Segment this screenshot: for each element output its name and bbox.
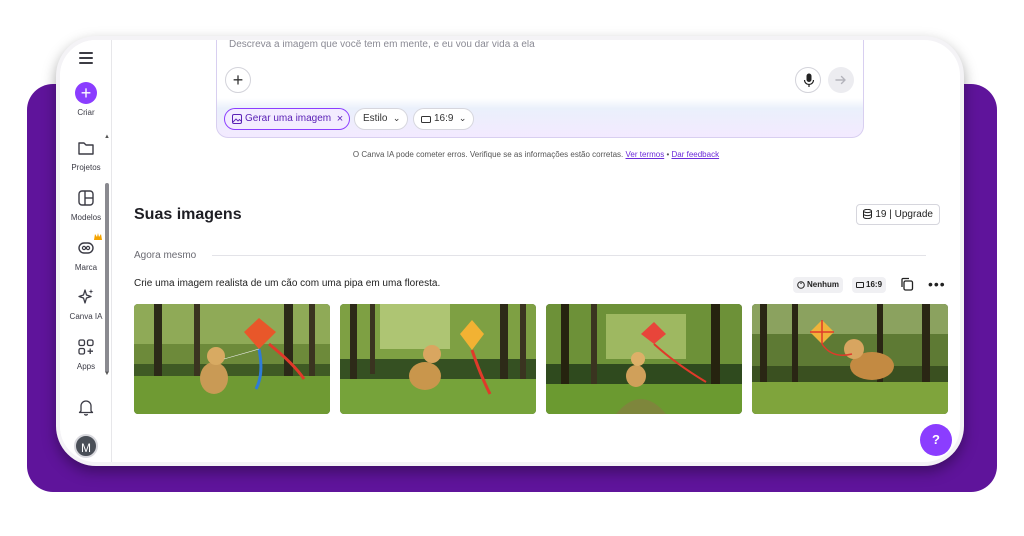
credits-upgrade-button[interactable]: 19 | Upgrade: [856, 204, 940, 225]
app-window: + Criar Projetos Modelos Marca Canva IA …: [56, 36, 964, 466]
style-dropdown[interactable]: Estilo ⌄: [354, 108, 409, 130]
dog-kite-image-icon: [546, 304, 742, 414]
ratio-tag: 16:9: [852, 277, 887, 293]
credits-label: 19 | Upgrade: [875, 209, 933, 220]
page-title: Suas imagens: [134, 206, 242, 223]
separator-dot: •: [666, 150, 670, 159]
palette-icon: [797, 281, 805, 289]
style-tag-label: Nenhum: [807, 280, 839, 289]
sparkle-icon[interactable]: [77, 288, 95, 306]
menu-icon[interactable]: [79, 52, 93, 64]
more-options-icon[interactable]: •••: [928, 276, 946, 292]
terms-link[interactable]: Ver termos: [626, 150, 665, 159]
copy-icon[interactable]: [900, 277, 914, 291]
dog-kite-image-icon: [752, 304, 948, 414]
feedback-link[interactable]: Dar feedback: [671, 150, 719, 159]
avatar[interactable]: M: [74, 434, 98, 458]
generated-image-2[interactable]: [340, 304, 536, 414]
scroll-up-arrow[interactable]: ▲: [104, 134, 110, 140]
microphone-icon: [803, 73, 815, 87]
generated-image-1[interactable]: [134, 304, 330, 414]
image-icon: [232, 114, 242, 124]
close-icon[interactable]: ×: [337, 109, 343, 129]
dog-kite-image-icon: [340, 304, 536, 414]
prompt-box: Descreva a imagem que você tem em mente,…: [216, 40, 864, 138]
chevron-down-icon: ⌄: [392, 113, 401, 123]
aspect-ratio-dropdown[interactable]: 16:9 ⌄: [413, 108, 475, 130]
folder-icon[interactable]: [77, 139, 95, 157]
add-attachment-button[interactable]: +: [225, 67, 251, 93]
ratio-tag-label: 16:9: [866, 280, 883, 289]
generate-image-label: Gerar uma imagem: [245, 113, 332, 124]
style-label: Estilo: [363, 113, 388, 124]
generated-image-4[interactable]: [752, 304, 948, 414]
divider: [212, 255, 926, 256]
ai-disclaimer: O Canva IA pode cometer erros. Verifique…: [112, 150, 960, 159]
arrow-right-icon: [835, 75, 846, 85]
help-button[interactable]: ?: [920, 424, 952, 456]
apps-icon[interactable]: [77, 338, 95, 356]
database-icon: [863, 209, 873, 219]
main-content: Descreva a imagem que você tem em mente,…: [112, 40, 960, 462]
templates-icon[interactable]: [77, 189, 95, 207]
disclaimer-text: O Canva IA pode cometer erros. Verifique…: [352, 150, 624, 159]
timestamp-label: Agora mesmo: [134, 250, 197, 261]
ratio-icon: [421, 116, 431, 123]
send-button[interactable]: [828, 67, 854, 93]
scrollbar-thumb[interactable]: [105, 183, 109, 373]
ratio-icon: [856, 282, 864, 288]
bell-icon[interactable]: [78, 398, 94, 416]
chevron-down-icon: ⌄: [458, 113, 467, 123]
sidebar: + Criar Projetos Modelos Marca Canva IA …: [60, 40, 112, 462]
prompt-input[interactable]: Descreva a imagem que você tem em mente,…: [229, 40, 535, 50]
brand-icon[interactable]: [77, 238, 95, 256]
generate-image-chip[interactable]: Gerar uma imagem ×: [224, 108, 351, 130]
ratio-label: 16:9: [434, 113, 454, 124]
create-label: Criar: [77, 108, 95, 117]
sidebar-item-projetos[interactable]: Projetos: [60, 163, 112, 172]
scroll-down-arrow[interactable]: ▼: [104, 371, 110, 377]
create-button[interactable]: +: [75, 82, 97, 104]
generation-prompt: Crie uma imagem realista de um cão com u…: [134, 278, 441, 289]
dog-kite-image-icon: [134, 304, 330, 414]
crown-icon: [94, 233, 102, 240]
style-tag: Nenhum: [793, 277, 843, 293]
microphone-button[interactable]: [795, 67, 821, 93]
generated-image-3[interactable]: [546, 304, 742, 414]
